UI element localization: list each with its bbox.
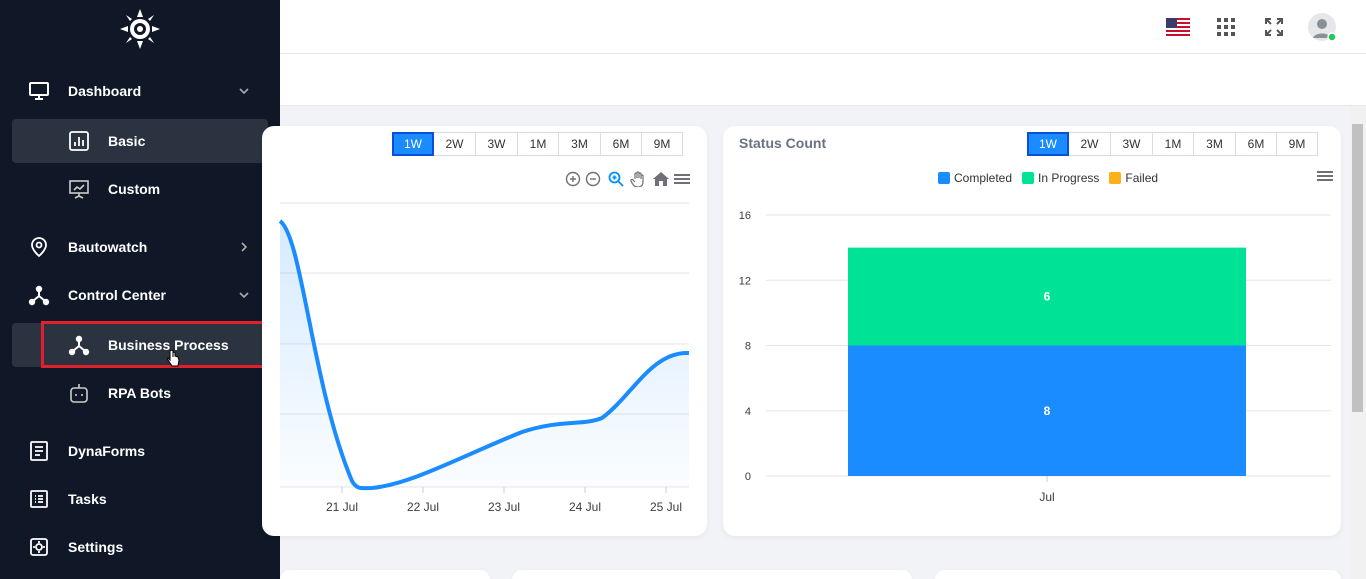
sidebar-item-dynaforms[interactable]: DynaForms — [0, 429, 280, 473]
sidebar-item-label: Settings — [68, 539, 124, 555]
presentation-icon — [68, 178, 90, 200]
apps-grid-icon[interactable] — [1209, 10, 1243, 44]
x-tick-label: 21 Jul — [326, 500, 358, 514]
us-flag-icon[interactable] — [1161, 10, 1195, 44]
x-tick-label: Jul — [1039, 490, 1054, 504]
settings-icon — [28, 536, 50, 558]
sidebar-item-label: Bautowatch — [68, 239, 148, 255]
x-tick-label: 24 Jul — [569, 500, 601, 514]
sidebar-item-label: Basic — [108, 133, 146, 149]
highlight-box — [41, 321, 267, 368]
user-avatar-icon[interactable] — [1305, 10, 1339, 44]
y-tick-label: 12 — [739, 275, 751, 287]
sidebar-item-label: Tasks — [68, 491, 107, 507]
chevron-down-icon — [236, 83, 252, 99]
bottom-card-1 — [280, 570, 490, 579]
y-tick-label: 8 — [745, 341, 751, 353]
scrollbar-thumb[interactable] — [1352, 124, 1363, 412]
sidebar-item-label: RPA Bots — [108, 385, 171, 401]
trend-range-1w[interactable]: 1W — [392, 132, 434, 156]
status-range-1w[interactable]: 1W — [1027, 132, 1069, 156]
bar-data-label: 8 — [1044, 404, 1051, 418]
sidebar-item-label: Control Center — [68, 287, 166, 303]
task-list-icon — [28, 488, 50, 510]
y-tick-label: 0 — [745, 471, 751, 483]
status-bar-chart: 0 4 8 12 16 8 6 Jul — [739, 210, 1331, 504]
sidebar-item-label: Dashboard — [68, 83, 142, 99]
sidebar-item-settings[interactable]: Settings — [0, 525, 280, 569]
y-tick-label: 16 — [739, 210, 751, 222]
x-tick-label: 23 Jul — [488, 500, 520, 514]
sidebar-item-label: DynaForms — [68, 443, 146, 459]
sidebar: Dashboard Basic Custom Bautowatch Contro… — [0, 0, 280, 579]
bottom-card-2 — [512, 570, 912, 579]
app-logo-icon[interactable] — [120, 9, 160, 49]
hand-cursor-icon — [166, 349, 180, 373]
trend-area-chart: 21 Jul 22 Jul 23 Jul 24 Jul 25 Jul — [278, 202, 690, 514]
bar-data-label: 6 — [1044, 290, 1051, 304]
sidebar-item-tasks[interactable]: Tasks — [0, 477, 280, 521]
sidebar-item-bautowatch[interactable]: Bautowatch — [0, 225, 280, 269]
sidebar-item-basic[interactable]: Basic — [12, 119, 268, 163]
sidebar-item-label: Custom — [108, 181, 161, 197]
sidebar-item-control-center[interactable]: Control Center — [0, 273, 280, 317]
robot-icon — [68, 382, 90, 404]
x-tick-label: 22 Jul — [407, 500, 439, 514]
bottom-card-3 — [935, 570, 1341, 579]
location-pin-icon — [28, 236, 50, 258]
sidebar-item-dashboard[interactable]: Dashboard — [0, 69, 280, 113]
chevron-right-icon — [236, 239, 252, 255]
x-tick-label: 25 Jul — [650, 500, 682, 514]
network-icon — [28, 284, 50, 306]
bar-chart-icon — [68, 130, 90, 152]
fullscreen-icon[interactable] — [1257, 10, 1291, 44]
sub-header — [280, 54, 1366, 106]
chevron-down-icon — [236, 287, 252, 303]
y-tick-label: 4 — [745, 406, 751, 418]
sidebar-item-custom[interactable]: Custom — [12, 167, 268, 211]
sidebar-item-rpa-bots[interactable]: RPA Bots — [12, 371, 268, 415]
form-icon — [28, 440, 50, 462]
monitor-icon — [28, 80, 50, 102]
